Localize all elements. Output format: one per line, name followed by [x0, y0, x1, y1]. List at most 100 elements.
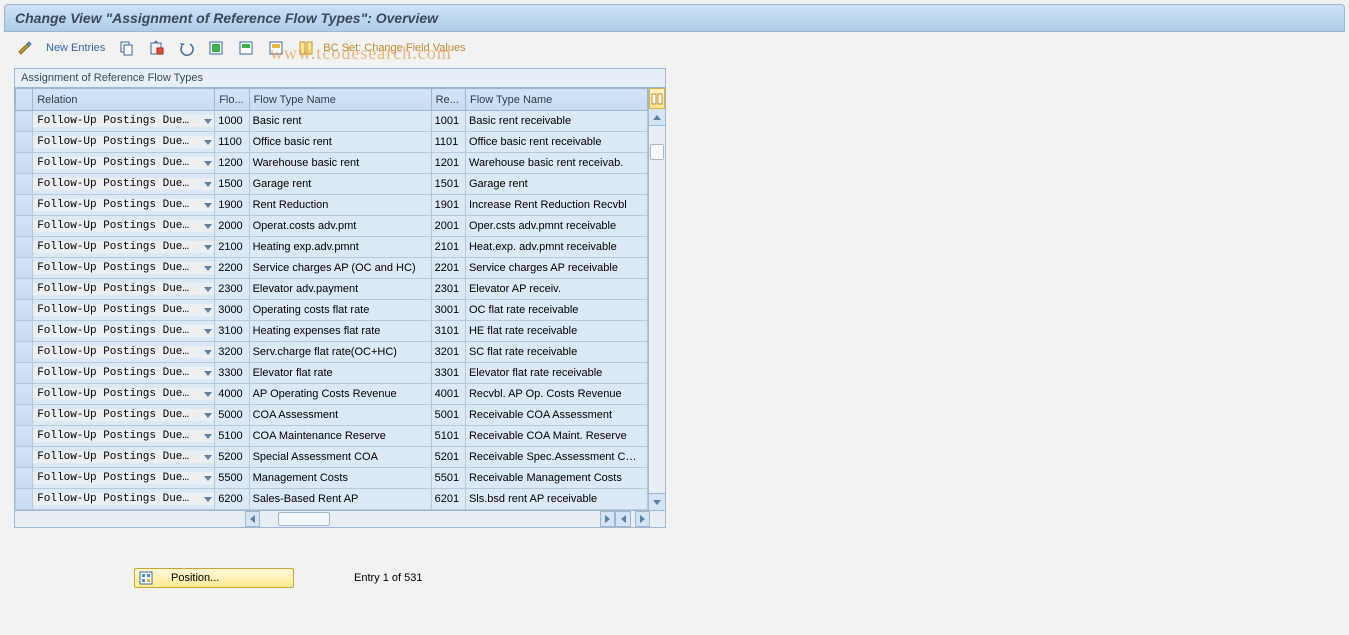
column-header-relation[interactable]: Relation	[33, 89, 215, 111]
table-config-icon[interactable]	[649, 88, 665, 109]
hscroll2-left-button[interactable]	[615, 511, 630, 527]
ref-code-cell[interactable]: 1001	[431, 111, 465, 132]
ref-code-cell[interactable]: 6201	[431, 489, 465, 510]
hscroll-left-button[interactable]	[245, 511, 260, 527]
horizontal-scrollbar[interactable]	[15, 510, 665, 527]
flow-code-cell[interactable]: 2200	[215, 258, 249, 279]
row-selector[interactable]	[16, 405, 33, 426]
row-selector[interactable]	[16, 342, 33, 363]
ref-code-cell[interactable]: 1201	[431, 153, 465, 174]
ref-code-cell[interactable]: 1501	[431, 174, 465, 195]
flow-code-cell[interactable]: 1500	[215, 174, 249, 195]
flow-code-cell[interactable]: 1900	[215, 195, 249, 216]
hscroll2-right-button[interactable]	[635, 511, 650, 527]
ref-code-cell[interactable]: 1101	[431, 132, 465, 153]
relation-dropdown[interactable]: Follow-Up Postings Due…	[33, 258, 215, 279]
row-selector[interactable]	[16, 237, 33, 258]
column-header-flow[interactable]: Flo...	[215, 89, 249, 111]
flow-code-cell[interactable]: 5100	[215, 426, 249, 447]
position-button[interactable]: Position...	[134, 568, 294, 588]
flow-code-cell[interactable]: 6200	[215, 489, 249, 510]
delete-button[interactable]	[143, 36, 169, 60]
flow-code-cell[interactable]: 2100	[215, 237, 249, 258]
flow-code-cell[interactable]: 1000	[215, 111, 249, 132]
scroll-down-button[interactable]	[649, 493, 665, 510]
row-selector[interactable]	[16, 195, 33, 216]
flow-code-cell[interactable]: 4000	[215, 384, 249, 405]
row-selector[interactable]	[16, 279, 33, 300]
hscroll-thumb[interactable]	[278, 512, 330, 526]
row-selector[interactable]	[16, 489, 33, 510]
flow-code-cell[interactable]: 1200	[215, 153, 249, 174]
relation-dropdown[interactable]: Follow-Up Postings Due…	[33, 426, 215, 447]
ref-code-cell[interactable]: 2001	[431, 216, 465, 237]
vertical-scrollbar[interactable]	[648, 88, 665, 510]
relation-dropdown[interactable]: Follow-Up Postings Due…	[33, 195, 215, 216]
relation-dropdown[interactable]: Follow-Up Postings Due…	[33, 405, 215, 426]
row-selector[interactable]	[16, 258, 33, 279]
relation-dropdown[interactable]: Follow-Up Postings Due…	[33, 363, 215, 384]
relation-dropdown[interactable]: Follow-Up Postings Due…	[33, 111, 215, 132]
column-header-flow-type-name-1[interactable]: Flow Type Name	[249, 89, 431, 111]
row-selector[interactable]	[16, 300, 33, 321]
relation-dropdown[interactable]: Follow-Up Postings Due…	[33, 174, 215, 195]
flow-code-cell[interactable]: 2300	[215, 279, 249, 300]
deselect-all-button[interactable]	[263, 36, 289, 60]
bc-set-link[interactable]: BC Set: Change Field Values	[323, 42, 465, 54]
scroll-thumb[interactable]	[650, 144, 664, 160]
row-selector[interactable]	[16, 216, 33, 237]
toggle-display-change-button[interactable]	[12, 36, 38, 60]
relation-dropdown[interactable]: Follow-Up Postings Due…	[33, 489, 215, 510]
relation-dropdown[interactable]: Follow-Up Postings Due…	[33, 216, 215, 237]
row-selector[interactable]	[16, 447, 33, 468]
relation-dropdown[interactable]: Follow-Up Postings Due…	[33, 468, 215, 489]
row-selector[interactable]	[16, 132, 33, 153]
ref-code-cell[interactable]: 5501	[431, 468, 465, 489]
relation-dropdown[interactable]: Follow-Up Postings Due…	[33, 153, 215, 174]
row-selector[interactable]	[16, 111, 33, 132]
relation-dropdown[interactable]: Follow-Up Postings Due…	[33, 279, 215, 300]
new-entries-button[interactable]: New Entries	[42, 42, 109, 54]
flow-code-cell[interactable]: 3000	[215, 300, 249, 321]
copy-as-button[interactable]	[113, 36, 139, 60]
ref-code-cell[interactable]: 4001	[431, 384, 465, 405]
ref-code-cell[interactable]: 3301	[431, 363, 465, 384]
flow-code-cell[interactable]: 5000	[215, 405, 249, 426]
ref-code-cell[interactable]: 3001	[431, 300, 465, 321]
select-all-button[interactable]	[203, 36, 229, 60]
undo-change-button[interactable]	[173, 36, 199, 60]
select-all-rows-corner[interactable]	[16, 89, 33, 111]
hscroll-right-button[interactable]	[600, 511, 615, 527]
flow-code-cell[interactable]: 3300	[215, 363, 249, 384]
flow-code-cell[interactable]: 5500	[215, 468, 249, 489]
ref-code-cell[interactable]: 2201	[431, 258, 465, 279]
select-block-button[interactable]	[233, 36, 259, 60]
relation-dropdown[interactable]: Follow-Up Postings Due…	[33, 342, 215, 363]
flow-code-cell[interactable]: 3200	[215, 342, 249, 363]
column-header-ref[interactable]: Re...	[431, 89, 465, 111]
ref-code-cell[interactable]: 1901	[431, 195, 465, 216]
ref-code-cell[interactable]: 3101	[431, 321, 465, 342]
relation-dropdown[interactable]: Follow-Up Postings Due…	[33, 447, 215, 468]
relation-dropdown[interactable]: Follow-Up Postings Due…	[33, 321, 215, 342]
ref-code-cell[interactable]: 5101	[431, 426, 465, 447]
ref-code-cell[interactable]: 5201	[431, 447, 465, 468]
scroll-up-button[interactable]	[649, 109, 665, 126]
flow-code-cell[interactable]: 2000	[215, 216, 249, 237]
flow-code-cell[interactable]: 3100	[215, 321, 249, 342]
relation-dropdown[interactable]: Follow-Up Postings Due…	[33, 300, 215, 321]
ref-code-cell[interactable]: 2301	[431, 279, 465, 300]
ref-code-cell[interactable]: 3201	[431, 342, 465, 363]
relation-dropdown[interactable]: Follow-Up Postings Due…	[33, 132, 215, 153]
relation-dropdown[interactable]: Follow-Up Postings Due…	[33, 384, 215, 405]
row-selector[interactable]	[16, 426, 33, 447]
flow-code-cell[interactable]: 1100	[215, 132, 249, 153]
relation-dropdown[interactable]: Follow-Up Postings Due…	[33, 237, 215, 258]
ref-code-cell[interactable]: 5001	[431, 405, 465, 426]
ref-code-cell[interactable]: 2101	[431, 237, 465, 258]
row-selector[interactable]	[16, 321, 33, 342]
row-selector[interactable]	[16, 174, 33, 195]
table-settings-button[interactable]	[293, 36, 319, 60]
flow-code-cell[interactable]: 5200	[215, 447, 249, 468]
row-selector[interactable]	[16, 363, 33, 384]
